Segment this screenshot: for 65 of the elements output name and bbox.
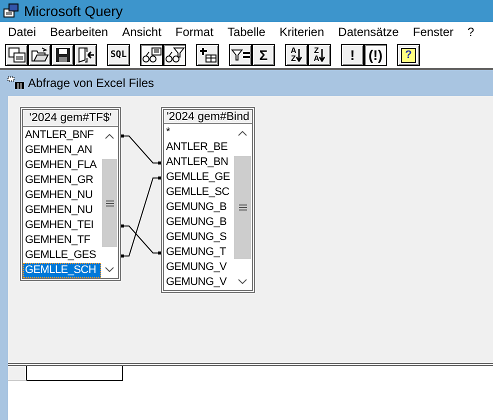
join-line[interactable] [120, 176, 162, 258]
down-arrow-icon [319, 48, 326, 62]
field-item[interactable]: ANTLER_BNF [23, 128, 101, 143]
field-item[interactable]: GEMHEN_TEI [23, 218, 101, 233]
scroll-down-icon[interactable] [238, 279, 247, 284]
window-title: Microsoft Query [24, 3, 123, 19]
field-item[interactable]: GEMHEN_NU [23, 203, 101, 218]
toolbar-button[interactable]: A Z [285, 44, 308, 66]
field-item[interactable]: * [164, 125, 233, 140]
field-item[interactable]: GEMLLE_GES [23, 248, 101, 263]
toolbar-button[interactable] [163, 44, 186, 66]
field-item[interactable]: GEMLLE_GE [164, 170, 233, 185]
toolbar-button[interactable] [196, 44, 219, 66]
scrollbar[interactable] [101, 128, 118, 278]
down-arrow-icon [296, 48, 302, 62]
grip-icon[interactable] [106, 200, 114, 206]
query-icon [7, 76, 25, 90]
field-item[interactable]: GEMHEN_AN [23, 143, 101, 158]
toolbar-button[interactable] [28, 44, 51, 66]
menu-item[interactable]: ? [460, 25, 482, 39]
toolbar-button[interactable]: SQL [107, 44, 130, 66]
menu-item[interactable]: Kriterien [272, 25, 332, 39]
toolbar-button[interactable] [51, 44, 74, 66]
toolbar-button[interactable] [229, 44, 252, 66]
field-item[interactable]: GEMUNG_V [164, 275, 233, 290]
field-item[interactable]: ANTLER_BN [164, 155, 233, 170]
query-window-title: Abfrage von Excel Files [28, 76, 154, 90]
scrollbar[interactable] [233, 125, 252, 290]
toolbar-button[interactable]: Z A [308, 44, 331, 66]
join-line[interactable] [120, 224, 162, 254]
field-item[interactable]: GEMUNG_T [164, 245, 233, 260]
field-item[interactable]: GEMHEN_TF [23, 233, 101, 248]
join-line[interactable] [120, 134, 162, 164]
toolbar-button[interactable]: ? [397, 44, 420, 66]
field-item[interactable]: GEMUNG_B [164, 215, 233, 230]
field-item[interactable]: GEMHEN_FLA [23, 158, 101, 173]
toolbar-button[interactable] [140, 44, 163, 66]
field-item[interactable]: GEMUNG_V [164, 260, 233, 275]
field-item[interactable]: GEMHEN_GR [23, 173, 101, 188]
menu-item[interactable]: Datei [1, 25, 44, 39]
grid-cell[interactable] [27, 366, 123, 381]
menu-item[interactable]: Bearbeiten [43, 25, 116, 39]
field-item[interactable]: GEMUNG_B [164, 200, 233, 215]
menu-item[interactable]: Fenster [406, 25, 461, 39]
menu-item[interactable]: Datensätze [331, 25, 406, 39]
toolbar-button[interactable] [5, 44, 28, 66]
field-item[interactable]: GEMLLE_SCH [23, 263, 101, 278]
scroll-up-icon[interactable] [105, 134, 114, 139]
menu-item[interactable]: Format [168, 25, 220, 39]
field-item[interactable]: ANTLER_BE [164, 140, 233, 155]
table-title[interactable]: '2024 gem#Bind [164, 110, 252, 124]
toolbar-button[interactable]: Σ [252, 44, 275, 66]
toolbar-button[interactable]: ! [341, 44, 364, 66]
toolbar-button[interactable]: (!) [364, 44, 387, 66]
field-item[interactable]: GEMLLE_SC [164, 185, 233, 200]
scroll-down-icon[interactable] [105, 267, 114, 272]
app-icon [3, 3, 19, 19]
table-title[interactable]: '2024 gem#TF$' [23, 110, 118, 127]
field-item[interactable]: GEMUNG_S [164, 230, 233, 245]
menu-item[interactable]: Ansicht [115, 25, 168, 39]
menu-item[interactable]: Tabelle [220, 25, 272, 39]
field-item[interactable]: GEMHEN_NU [23, 188, 101, 203]
grip-icon[interactable] [238, 204, 246, 211]
toolbar-button[interactable] [74, 44, 97, 66]
scroll-up-icon[interactable] [238, 131, 247, 136]
